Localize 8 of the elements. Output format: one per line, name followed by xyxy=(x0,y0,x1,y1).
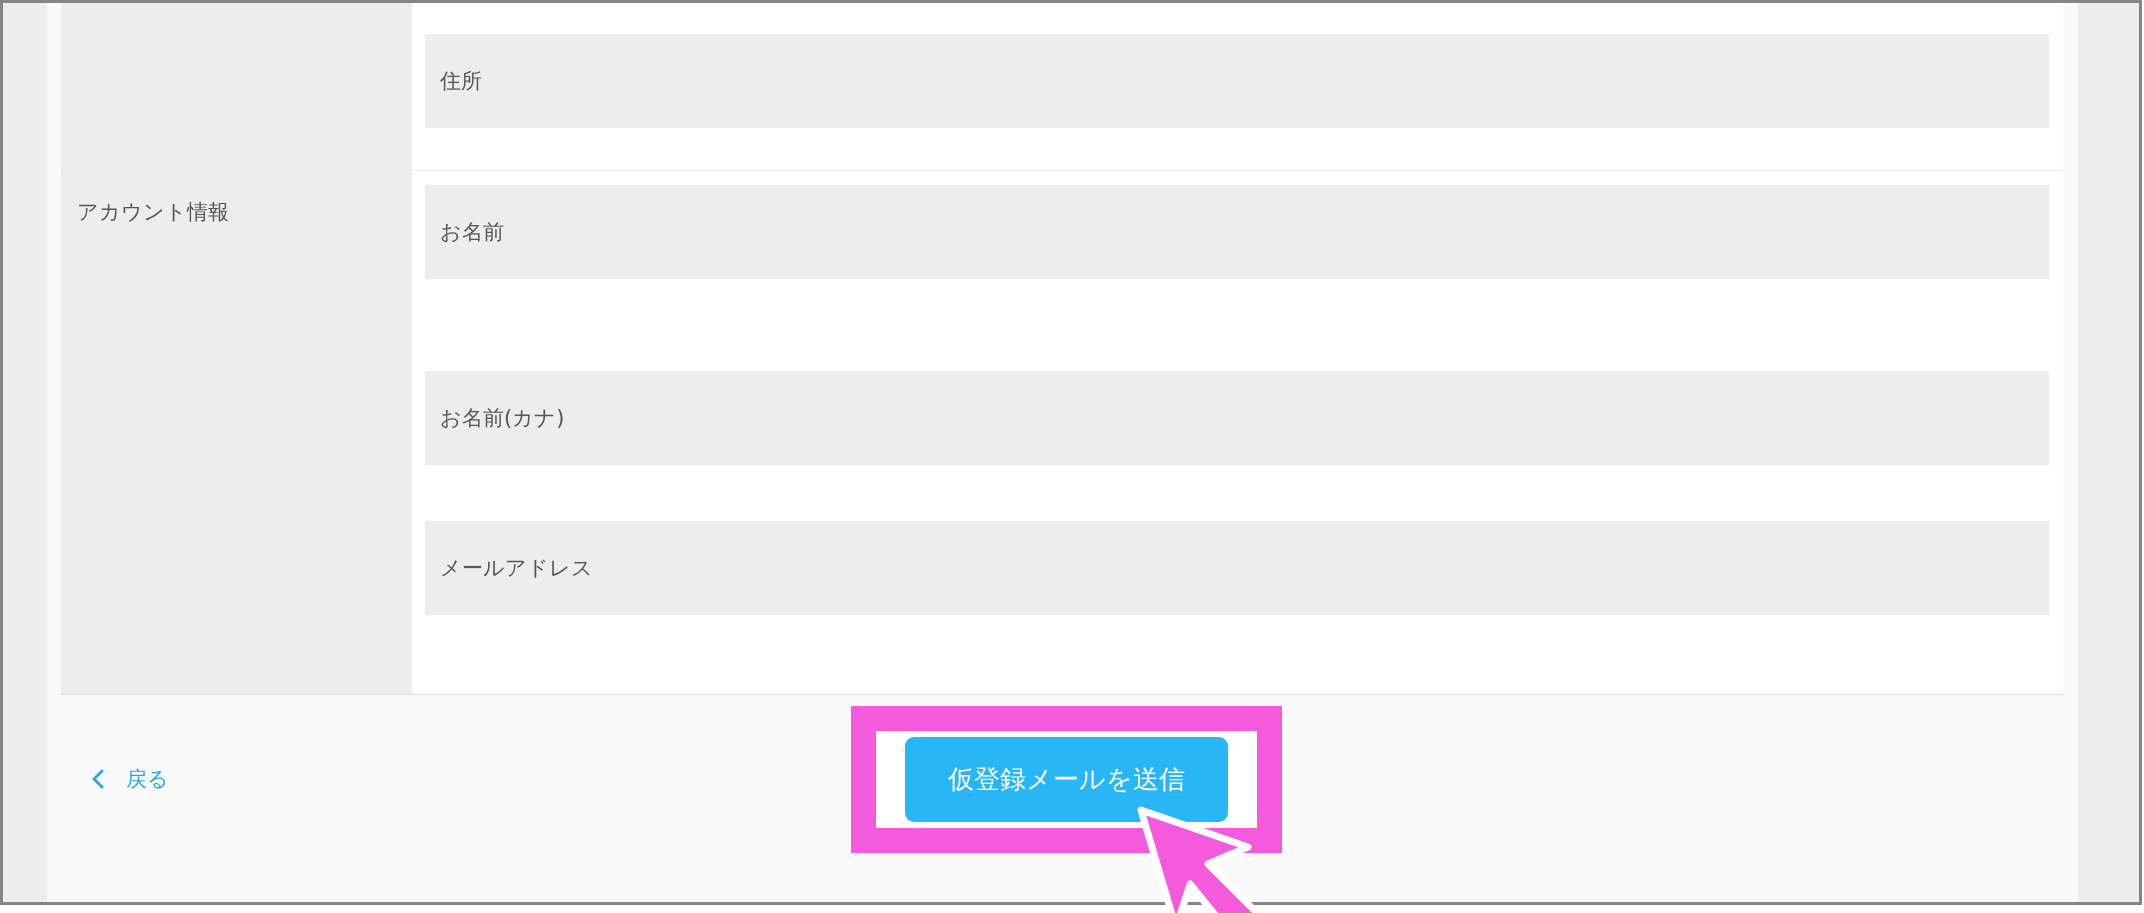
input-field[interactable]: メールアドレス xyxy=(425,521,2049,615)
chevron-left-icon xyxy=(92,769,104,789)
section-label: アカウント情報 xyxy=(77,199,229,226)
input-field[interactable]: 住所 xyxy=(425,34,2049,128)
back-link[interactable]: 戻る xyxy=(92,764,169,794)
input-field[interactable]: お名前 xyxy=(425,185,2049,279)
submit-button[interactable]: 仮登録メールを送信 xyxy=(905,737,1228,822)
input-field[interactable]: お名前(カナ) xyxy=(425,371,2049,465)
